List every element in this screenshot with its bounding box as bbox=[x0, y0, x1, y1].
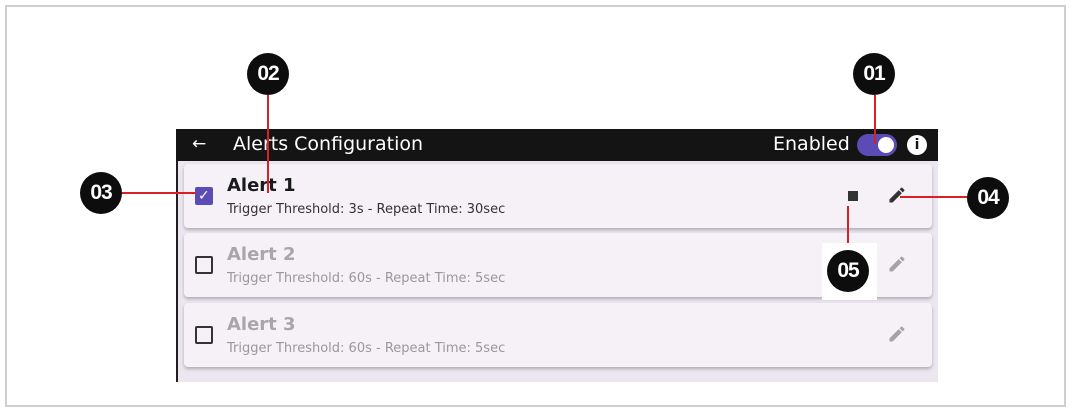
callout-02: 02 bbox=[247, 53, 289, 95]
alert-checkbox[interactable] bbox=[195, 326, 213, 344]
alert-checkbox[interactable]: ✓ bbox=[195, 187, 213, 205]
alert-description: Trigger Threshold: 3s - Repeat Time: 30s… bbox=[227, 202, 506, 217]
callout-line-01 bbox=[874, 95, 876, 144]
alert-card[interactable]: ✓ Alert 1 Trigger Threshold: 3s - Repeat… bbox=[184, 164, 932, 228]
page-title: Alerts Configuration bbox=[233, 133, 424, 155]
top-bar: ← Alerts Configuration Enabled i bbox=[176, 129, 938, 161]
callout-01: 01 bbox=[853, 53, 895, 95]
alert-card[interactable]: Alert 2 Trigger Threshold: 60s - Repeat … bbox=[184, 233, 932, 297]
alert-description: Trigger Threshold: 60s - Repeat Time: 5s… bbox=[227, 341, 506, 356]
enabled-label: Enabled bbox=[773, 133, 850, 155]
arrow-left-icon[interactable]: ← bbox=[192, 134, 206, 154]
check-icon: ✓ bbox=[198, 188, 210, 204]
edit-icon[interactable] bbox=[887, 324, 907, 344]
info-icon[interactable]: i bbox=[907, 135, 927, 155]
enabled-toggle[interactable] bbox=[857, 134, 897, 156]
callout-05: 05 bbox=[827, 250, 869, 292]
callout-line-04 bbox=[900, 196, 970, 198]
alert-card[interactable]: Alert 3 Trigger Threshold: 60s - Repeat … bbox=[184, 303, 932, 367]
alert-name: Alert 3 bbox=[227, 314, 296, 335]
alert-description: Trigger Threshold: 60s - Repeat Time: 5s… bbox=[227, 271, 506, 286]
toggle-knob bbox=[878, 137, 894, 153]
edit-icon[interactable] bbox=[887, 254, 907, 274]
edit-icon[interactable] bbox=[887, 185, 907, 205]
alert-checkbox[interactable] bbox=[195, 256, 213, 274]
callout-line-02 bbox=[267, 95, 269, 193]
alert-name: Alert 1 bbox=[227, 175, 296, 196]
callout-04: 04 bbox=[967, 177, 1009, 219]
stop-icon[interactable] bbox=[848, 191, 858, 201]
alert-name: Alert 2 bbox=[227, 244, 296, 265]
callout-line-03 bbox=[122, 192, 196, 194]
callout-03: 03 bbox=[80, 172, 122, 214]
